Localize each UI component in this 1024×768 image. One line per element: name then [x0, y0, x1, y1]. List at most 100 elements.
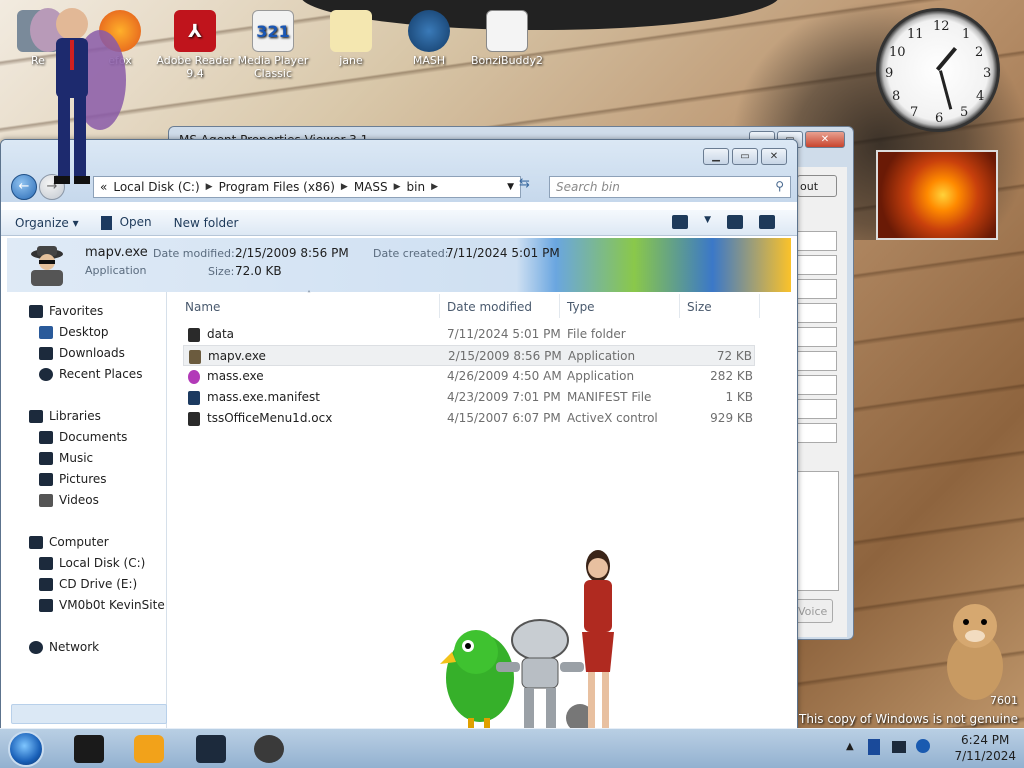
column-divider[interactable]	[559, 294, 560, 318]
agent-character-hamster[interactable]	[940, 596, 1010, 707]
desktop-icon-media-player[interactable]: 321 Media Player Classic	[233, 6, 313, 80]
explorer-window[interactable]: ▁ ▭ ✕ ← → « Local Disk (C:) ▶ Program Fi…	[0, 139, 798, 729]
property-field[interactable]	[797, 279, 837, 299]
maximize-button[interactable]: ▭	[732, 148, 758, 165]
slideshow-gadget[interactable]	[876, 150, 998, 240]
nav-vm-share[interactable]: VM0b0t KevinSite	[39, 598, 165, 612]
address-bar[interactable]: « Local Disk (C:) ▶ Program Files (x86) …	[93, 176, 521, 198]
chevron-right-icon[interactable]: ▶	[341, 182, 348, 192]
file-type: Application	[567, 369, 635, 383]
network-tray-icon[interactable]	[868, 739, 880, 755]
close-button[interactable]: ✕	[761, 148, 787, 165]
nav-label: Pictures	[59, 472, 107, 486]
view-dropdown-icon[interactable]: ▼	[704, 215, 711, 229]
nav-downloads[interactable]: Downloads	[39, 346, 125, 360]
new-folder-button[interactable]: New folder	[174, 216, 239, 230]
property-field[interactable]	[797, 399, 837, 419]
column-header-name[interactable]: Name	[185, 300, 220, 314]
file-name: mass.exe	[207, 369, 264, 383]
property-field[interactable]	[797, 303, 837, 323]
column-header-type[interactable]: Type	[567, 300, 595, 314]
refresh-icon[interactable]: ⇆	[519, 176, 530, 191]
cd-drive-icon	[39, 577, 53, 591]
desktop-icon-jane[interactable]: jane	[311, 6, 391, 67]
desktop-icon-bonzibuddy[interactable]: BonziBuddy2	[467, 6, 547, 67]
breadcrumb-program-files[interactable]: Program Files (x86)	[219, 180, 335, 194]
search-input[interactable]: Search bin ⚲	[549, 176, 791, 198]
file-row-data[interactable]: data 7/11/2024 5:01 PM File folder	[183, 324, 755, 345]
application-icon	[100, 215, 112, 230]
column-header-date[interactable]: Date modified	[447, 300, 532, 314]
taskbar-media-player-icon[interactable]	[134, 735, 164, 763]
nav-recent-places[interactable]: Recent Places	[39, 367, 142, 381]
network-drive-icon	[39, 598, 53, 612]
nav-videos[interactable]: Videos	[39, 493, 99, 507]
nav-documents[interactable]: Documents	[39, 430, 127, 444]
property-field[interactable]	[797, 255, 837, 275]
jane-icon	[330, 10, 372, 52]
column-divider[interactable]	[679, 294, 680, 318]
desktop-icon-mash[interactable]: MASH	[389, 6, 469, 67]
breadcrumb-mass[interactable]: MASS	[354, 180, 388, 194]
nav-label: Videos	[59, 493, 99, 507]
chevron-right-icon[interactable]: ▶	[431, 182, 438, 192]
column-header-size[interactable]: Size	[687, 300, 712, 314]
organize-button[interactable]: Organize ▾	[15, 216, 79, 230]
property-field[interactable]	[797, 375, 837, 395]
search-icon[interactable]: ⚲	[775, 179, 784, 193]
agent-character-businessman[interactable]	[20, 0, 140, 193]
taskbar-computer-icon[interactable]	[196, 735, 226, 763]
property-field[interactable]	[797, 423, 837, 443]
close-button[interactable]: ✕	[805, 131, 845, 148]
property-field[interactable]	[797, 231, 837, 251]
taskbar-explorer-icon[interactable]	[74, 735, 104, 763]
nav-libraries[interactable]: Libraries	[29, 409, 101, 423]
nav-label: Downloads	[59, 346, 125, 360]
open-button[interactable]: Open	[100, 215, 152, 230]
clock-gadget[interactable]: 12 1 2 3 4 5 6 7 8 9 10 11	[876, 8, 1000, 132]
file-row-mass[interactable]: mass.exe 4/26/2009 4:50 AM Application 2…	[183, 366, 755, 387]
file-row-manifest[interactable]: mass.exe.manifest 4/23/2009 7:01 PM MANI…	[183, 387, 755, 408]
nav-local-disk[interactable]: Local Disk (C:)	[39, 556, 145, 570]
column-divider[interactable]	[439, 294, 440, 318]
nav-pictures[interactable]: Pictures	[39, 472, 107, 486]
start-button[interactable]	[8, 731, 44, 767]
tray-clock[interactable]: 6:24 PM 7/11/2024	[954, 733, 1016, 763]
text-area[interactable]	[795, 471, 839, 591]
property-field[interactable]	[797, 351, 837, 371]
chevron-right-icon[interactable]: ▶	[394, 182, 401, 192]
action-center-icon[interactable]	[892, 741, 906, 753]
show-hidden-icons-icon[interactable]: ▲	[846, 741, 854, 752]
file-row-mapv[interactable]: mapv.exe 2/15/2009 8:56 PM Application 7…	[183, 345, 755, 366]
voice-button[interactable]: Voice	[793, 599, 833, 623]
nav-cd-drive[interactable]: CD Drive (E:)	[39, 577, 137, 591]
libraries-icon	[29, 409, 43, 423]
address-dropdown-icon[interactable]: ▼	[507, 182, 514, 192]
about-button[interactable]: out	[797, 175, 837, 197]
windows-build: 7601	[990, 694, 1018, 707]
nav-computer[interactable]: Computer	[29, 535, 109, 549]
breadcrumb-bin[interactable]: bin	[407, 180, 426, 194]
column-divider[interactable]	[759, 294, 760, 318]
agent-character-woman[interactable]	[574, 548, 624, 737]
size-label: Size:	[208, 265, 235, 278]
date-modified-label: Date modified:	[153, 247, 235, 260]
nav-network[interactable]: Network	[29, 640, 99, 654]
nav-music[interactable]: Music	[39, 451, 93, 465]
chevron-right-icon[interactable]: ▶	[206, 182, 213, 192]
volume-icon[interactable]	[916, 739, 930, 753]
recent-places-icon	[39, 367, 53, 381]
nav-desktop[interactable]: Desktop	[39, 325, 109, 339]
preview-pane-icon[interactable]	[727, 215, 743, 229]
genuine-warning: This copy of Windows is not genuine	[799, 712, 1018, 726]
clock-minute-hand	[939, 70, 953, 110]
file-size: 929 KB	[710, 411, 753, 425]
nav-favorites[interactable]: Favorites	[29, 304, 103, 318]
help-icon[interactable]	[759, 215, 775, 229]
file-row-ocx[interactable]: tssOfficeMenu1d.ocx 4/15/2007 6:07 PM Ac…	[183, 408, 755, 429]
view-icon[interactable]	[672, 215, 689, 229]
property-field[interactable]	[797, 327, 837, 347]
desktop-icon-adobe-reader[interactable]: ⅄ Adobe Reader 9.4	[155, 6, 235, 80]
minimize-button[interactable]: ▁	[703, 148, 729, 165]
taskbar-agent-icon[interactable]	[254, 735, 284, 763]
